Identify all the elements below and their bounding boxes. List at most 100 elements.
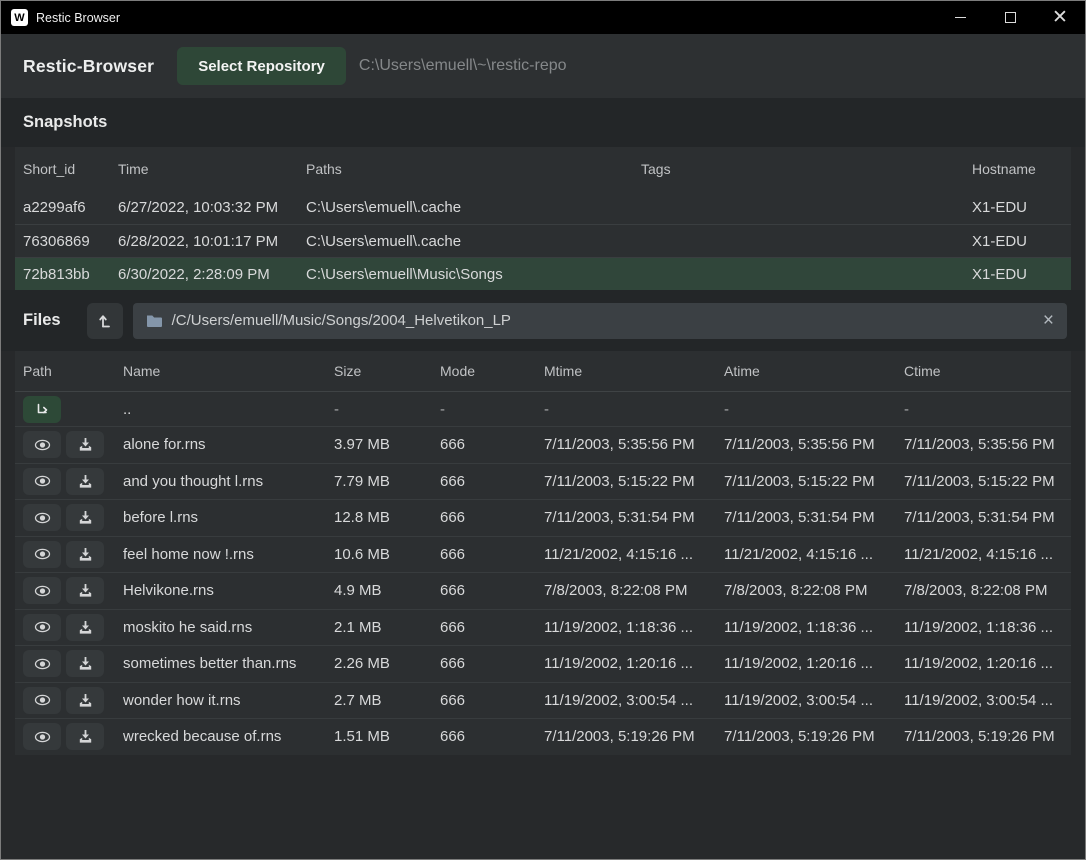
snapshot-paths: C:\Users\emuell\.cache: [306, 233, 641, 250]
download-file-button[interactable]: [66, 723, 104, 750]
file-row[interactable]: feel home now !.rns 10.6 MB 666 11/21/20…: [15, 536, 1071, 573]
download-file-button[interactable]: [66, 504, 104, 531]
eye-icon: [34, 584, 51, 598]
file-name: ..: [123, 401, 334, 418]
file-name: moskito he said.rns: [123, 619, 334, 636]
snapshot-paths: C:\Users\emuell\.cache: [306, 199, 641, 216]
view-file-button[interactable]: [23, 468, 61, 495]
snapshots-section-header: Snapshots: [1, 98, 1085, 147]
files-section-header: Files /C/Users/emuell/Music/Songs/2004_H…: [1, 290, 1085, 351]
column-mode: Mode: [440, 363, 544, 379]
file-row[interactable]: alone for.rns 3.97 MB 666 7/11/2003, 5:3…: [15, 426, 1071, 463]
files-table-header: Path Name Size Mode Mtime Atime Ctime: [15, 351, 1071, 391]
content-area: Snapshots Short_id Time Paths Tags Hostn…: [1, 98, 1085, 859]
view-file-button[interactable]: [23, 650, 61, 677]
files-table: Path Name Size Mode Mtime Atime Ctime ..: [15, 351, 1071, 755]
clear-path-button[interactable]: ×: [1043, 311, 1054, 330]
download-file-button[interactable]: [66, 431, 104, 458]
eye-icon: [34, 511, 51, 525]
eye-icon: [34, 547, 51, 561]
path-bar[interactable]: /C/Users/emuell/Music/Songs/2004_Helveti…: [133, 303, 1067, 339]
current-path: /C/Users/emuell/Music/Songs/2004_Helveti…: [172, 312, 511, 329]
parent-dir-icon: [34, 401, 50, 417]
snapshot-time: 6/27/2022, 10:03:32 PM: [118, 199, 306, 216]
file-name: sometimes better than.rns: [123, 655, 334, 672]
download-icon: [78, 547, 93, 562]
download-file-button[interactable]: [66, 687, 104, 714]
column-name: Name: [123, 363, 334, 379]
file-row[interactable]: Helvikone.rns 4.9 MB 666 7/8/2003, 8:22:…: [15, 572, 1071, 609]
files-title: Files: [23, 311, 61, 330]
download-icon: [78, 620, 93, 635]
download-file-button[interactable]: [66, 577, 104, 604]
snapshots-table: Short_id Time Paths Tags Hostname a2299a…: [15, 147, 1071, 290]
snapshot-row-selected[interactable]: 72b813bb 6/30/2022, 2:28:09 PM C:\Users\…: [15, 257, 1071, 290]
column-hostname: Hostname: [972, 161, 1071, 177]
column-path: Path: [23, 363, 123, 379]
snapshot-row[interactable]: 76306869 6/28/2022, 10:01:17 PM C:\Users…: [15, 224, 1071, 257]
file-name: before l.rns: [123, 509, 334, 526]
download-icon: [78, 510, 93, 525]
file-row[interactable]: wrecked because of.rns 1.51 MB 666 7/11/…: [15, 718, 1071, 755]
view-file-button[interactable]: [23, 687, 61, 714]
wails-logo-icon: W: [11, 9, 28, 26]
close-button[interactable]: ✕: [1035, 1, 1085, 34]
snapshot-time: 6/28/2022, 10:01:17 PM: [118, 233, 306, 250]
level-up-icon: [96, 312, 114, 330]
download-icon: [78, 474, 93, 489]
eye-icon: [34, 657, 51, 671]
go-to-root-button[interactable]: [87, 303, 123, 339]
folder-icon: [146, 314, 163, 328]
window-controls: ✕: [935, 1, 1085, 34]
minimize-button[interactable]: [935, 1, 985, 34]
snapshots-table-header: Short_id Time Paths Tags Hostname: [15, 147, 1071, 191]
download-file-button[interactable]: [66, 468, 104, 495]
view-file-button[interactable]: [23, 614, 61, 641]
eye-icon: [34, 474, 51, 488]
download-icon: [78, 437, 93, 452]
file-row[interactable]: before l.rns 12.8 MB 666 7/11/2003, 5:31…: [15, 499, 1071, 536]
column-atime: Atime: [724, 363, 904, 379]
view-file-button[interactable]: [23, 577, 61, 604]
page-title: Restic-Browser: [23, 56, 154, 77]
go-up-button[interactable]: [23, 396, 61, 423]
snapshot-short-id: 72b813bb: [23, 266, 118, 283]
column-time: Time: [118, 161, 306, 177]
file-name: alone for.rns: [123, 436, 334, 453]
view-file-button[interactable]: [23, 723, 61, 750]
column-ctime: Ctime: [904, 363, 1071, 379]
file-row[interactable]: moskito he said.rns 2.1 MB 666 11/19/200…: [15, 609, 1071, 646]
download-icon: [78, 656, 93, 671]
view-file-button[interactable]: [23, 431, 61, 458]
column-tags: Tags: [641, 161, 972, 177]
file-row[interactable]: and you thought l.rns 7.79 MB 666 7/11/2…: [15, 463, 1071, 500]
snapshot-row[interactable]: a2299af6 6/27/2022, 10:03:32 PM C:\Users…: [15, 191, 1071, 224]
select-repository-button[interactable]: Select Repository: [177, 47, 346, 85]
file-name: and you thought l.rns: [123, 473, 334, 490]
app-window: W Restic Browser ✕ Restic-Browser Select…: [0, 0, 1086, 860]
eye-icon: [34, 693, 51, 707]
download-icon: [78, 693, 93, 708]
maximize-button[interactable]: [985, 1, 1035, 34]
view-file-button[interactable]: [23, 541, 61, 568]
download-file-button[interactable]: [66, 614, 104, 641]
snapshot-short-id: 76306869: [23, 233, 118, 250]
column-paths: Paths: [306, 161, 641, 177]
download-file-button[interactable]: [66, 650, 104, 677]
snapshot-short-id: a2299af6: [23, 199, 118, 216]
snapshot-time: 6/30/2022, 2:28:09 PM: [118, 266, 306, 283]
eye-icon: [34, 438, 51, 452]
eye-icon: [34, 730, 51, 744]
parent-directory-row[interactable]: .. - - - - -: [15, 391, 1071, 426]
snapshot-paths: C:\Users\emuell\Music\Songs: [306, 266, 641, 283]
download-file-button[interactable]: [66, 541, 104, 568]
column-mtime: Mtime: [544, 363, 724, 379]
file-row[interactable]: sometimes better than.rns 2.26 MB 666 11…: [15, 645, 1071, 682]
column-size: Size: [334, 363, 440, 379]
download-icon: [78, 729, 93, 744]
window-title: Restic Browser: [36, 11, 120, 25]
view-file-button[interactable]: [23, 504, 61, 531]
column-short-id: Short_id: [23, 161, 118, 177]
file-name: feel home now !.rns: [123, 546, 334, 563]
file-row[interactable]: wonder how it.rns 2.7 MB 666 11/19/2002,…: [15, 682, 1071, 719]
